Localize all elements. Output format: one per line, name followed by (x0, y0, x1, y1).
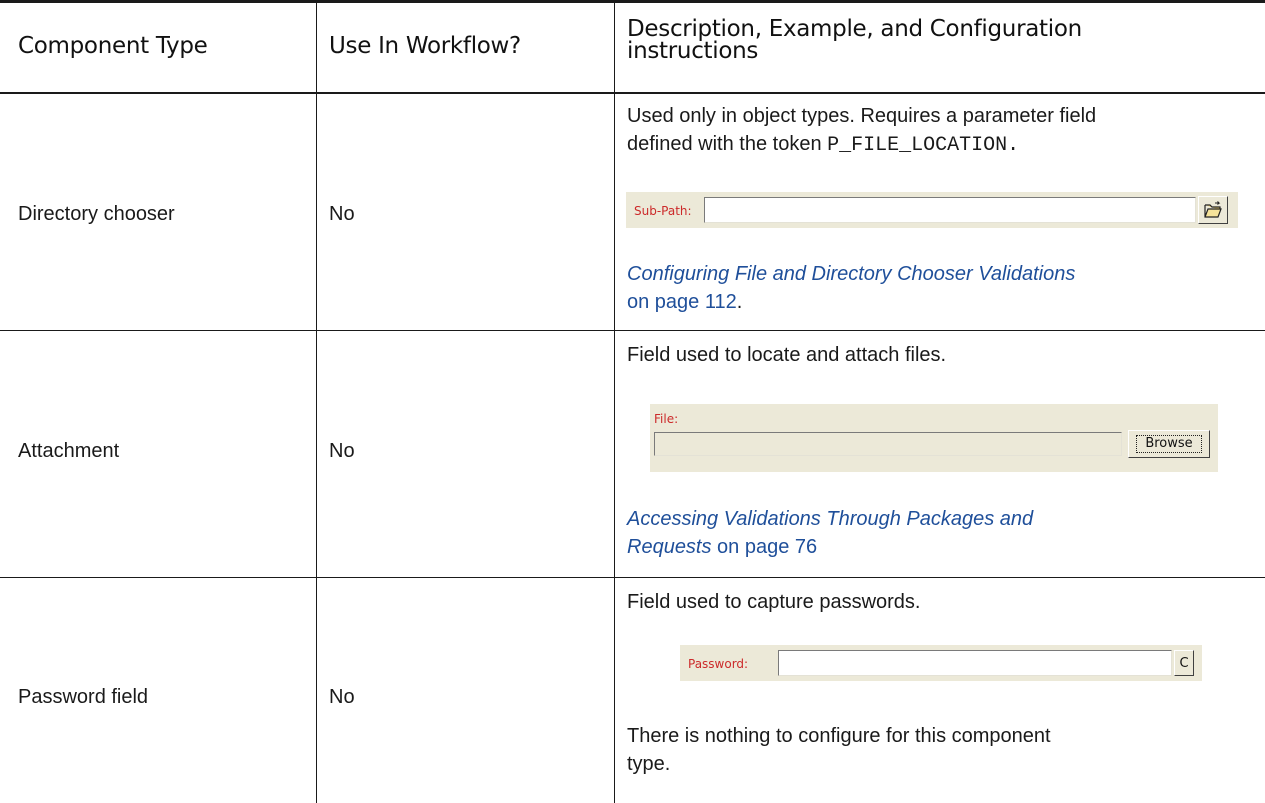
desc-line: defined with the token P_FILE_LOCATION. (627, 130, 1252, 160)
column-divider (614, 3, 615, 803)
row-directory-chooser-type: Directory chooser (18, 203, 175, 225)
configuring-chooser-link[interactable]: Configuring File and Directory Chooser V… (627, 263, 1075, 285)
row-divider (0, 577, 1265, 578)
directory-chooser-button[interactable] (1198, 196, 1228, 224)
note-line: There is nothing to configure for this c… (627, 725, 1051, 747)
header-bottom-rule (0, 92, 1265, 94)
component-table: Component Type Use In Workflow? Descript… (0, 0, 1265, 803)
sub-path-input[interactable] (704, 197, 1196, 223)
accessing-validations-link-cont[interactable]: Requests on page 76 (627, 536, 817, 558)
header-rule (0, 0, 1265, 3)
file-attachment-widget: File: Browse (650, 404, 1218, 472)
header-description: Description, Example, and Configuration … (627, 16, 1257, 64)
header-use-in-workflow: Use In Workflow? (329, 33, 521, 59)
folder-open-icon (1204, 201, 1222, 218)
sub-path-label: Sub-Path: (634, 204, 692, 218)
file-path-input[interactable] (654, 432, 1122, 456)
page-112-link[interactable]: on page 112 (627, 291, 737, 313)
file-label: File: (654, 412, 679, 426)
link-line: Requests on page 76 (627, 533, 1252, 561)
column-divider (316, 3, 317, 803)
password-clear-label: C (1179, 655, 1189, 671)
password-widget: Password: C (680, 645, 1202, 681)
desc-text: defined with the token (627, 133, 828, 155)
row-password-note: There is nothing to configure for this c… (627, 722, 1252, 778)
note-line: type. (627, 753, 671, 775)
password-input[interactable] (778, 650, 1172, 676)
sub-path-widget: Sub-Path: (626, 192, 1238, 228)
browse-button-label: Browse (1136, 435, 1202, 453)
link-line: on page 112. (627, 288, 1252, 316)
row-attachment-workflow: No (329, 440, 355, 462)
header-description-line1: Description, Example, and Configuration (627, 16, 1082, 42)
accessing-validations-link[interactable]: Accessing Validations Through Packages a… (627, 508, 1033, 530)
period: . (736, 291, 743, 313)
row-divider (0, 330, 1265, 331)
row-password-workflow: No (329, 686, 355, 708)
link-line: Configuring File and Directory Chooser V… (627, 260, 1252, 288)
row-password-desc: Field used to capture passwords. (627, 591, 921, 613)
desc-line: Used only in object types. Requires a pa… (627, 105, 1097, 127)
row-directory-chooser-workflow: No (329, 203, 355, 225)
row-password-type: Password field (18, 686, 149, 708)
row-directory-chooser-link: Configuring File and Directory Chooser V… (627, 260, 1252, 316)
row-attachment-type: Attachment (18, 440, 120, 462)
header-component-type: Component Type (18, 33, 208, 59)
password-label: Password: (688, 657, 749, 671)
header-description-line2: instructions (627, 38, 759, 64)
row-attachment-link: Accessing Validations Through Packages a… (627, 505, 1252, 561)
link-line: Accessing Validations Through Packages a… (627, 505, 1252, 533)
row-attachment-desc: Field used to locate and attach files. (627, 344, 947, 366)
browse-button[interactable]: Browse (1128, 430, 1210, 458)
row-directory-chooser-desc: Used only in object types. Requires a pa… (627, 102, 1252, 160)
password-clear-button[interactable]: C (1174, 650, 1194, 676)
token-p-file-location: P_FILE_LOCATION. (827, 134, 1020, 157)
